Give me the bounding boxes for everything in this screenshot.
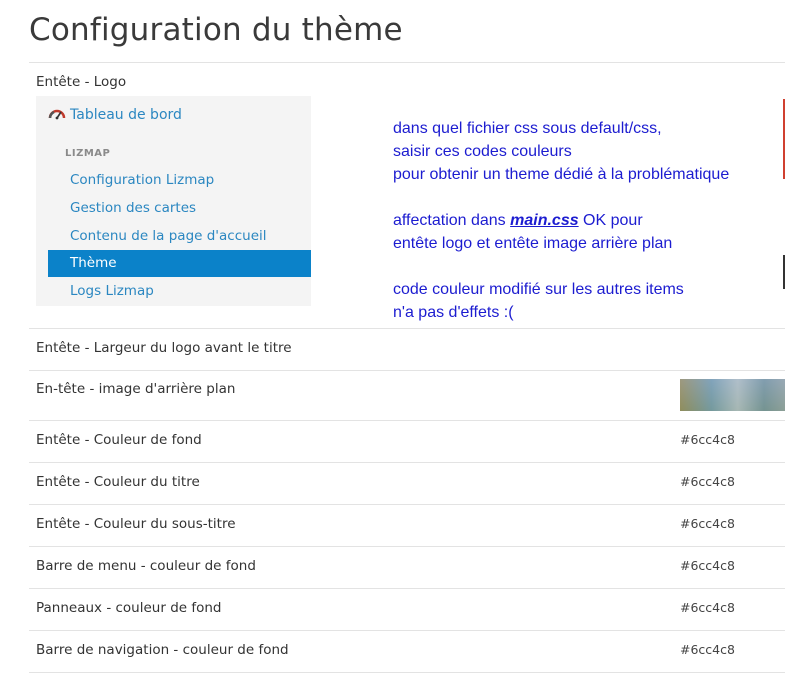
divider: [29, 420, 785, 421]
setting-label-menubar-bg-color: Barre de menu - couleur de fond: [36, 558, 256, 574]
divider: [29, 672, 785, 673]
setting-value-title-color: #6cc4c8: [680, 474, 735, 489]
logo-row-label: Entête - Logo: [36, 74, 127, 90]
setting-label-panels-bg-color: Panneaux - couleur de fond: [36, 600, 222, 616]
setting-label-navbar-bg-color: Barre de navigation - couleur de fond: [36, 642, 289, 658]
annotation-line: saisir ces codes couleurs: [393, 143, 572, 160]
annotation-text: OK pour: [578, 212, 643, 229]
setting-label-title-color: Entête - Couleur du titre: [36, 474, 200, 490]
background-image-thumbnail: [680, 379, 785, 411]
annotation-note: dans quel fichier css sous default/css, …: [393, 117, 778, 324]
divider: [29, 462, 785, 463]
annotation-line: entête logo et entête image arrière plan: [393, 235, 673, 252]
annotation-line: affectation dans main.css OK pour: [393, 209, 778, 232]
menu-item-contenu-accueil[interactable]: Contenu de la page d'accueil: [48, 223, 311, 250]
dashboard-link[interactable]: Tableau de bord: [48, 106, 182, 124]
admin-menu-screenshot: Tableau de bord LIZMAP Configuration Liz…: [36, 96, 311, 306]
setting-label-subtitle-color: Entête - Couleur du sous-titre: [36, 516, 236, 532]
menu-item-logs-lizmap[interactable]: Logs Lizmap: [48, 278, 311, 305]
annotation-line: n'a pas d'effets :(: [393, 304, 514, 321]
menu-item-gestion-cartes[interactable]: Gestion des cartes: [48, 195, 311, 222]
divider: [29, 546, 785, 547]
setting-value-navbar-bg-color: #6cc4c8: [680, 642, 735, 657]
setting-label-header-bg-color: Entête - Couleur de fond: [36, 432, 202, 448]
setting-label-logo-width: Entête - Largeur du logo avant le titre: [36, 340, 292, 356]
setting-value-panels-bg-color: #6cc4c8: [680, 600, 735, 615]
annotation-text: affectation dans: [393, 212, 511, 229]
divider: [29, 504, 785, 505]
annotation-filename: main.css: [510, 212, 579, 229]
menu-item-configuration-lizmap[interactable]: Configuration Lizmap: [48, 167, 311, 194]
setting-value-header-bg-color: #6cc4c8: [680, 432, 735, 447]
divider: [29, 328, 785, 329]
divider: [29, 62, 785, 63]
dashboard-label: Tableau de bord: [70, 107, 182, 123]
setting-value-subtitle-color: #6cc4c8: [680, 516, 735, 531]
annotation-line: dans quel fichier css sous default/css,: [393, 120, 662, 137]
divider: [29, 588, 785, 589]
page-title: Configuration du thème: [29, 12, 403, 48]
divider: [29, 370, 785, 371]
annotation-line: pour obtenir un theme dédié à la problém…: [393, 166, 730, 183]
divider: [29, 630, 785, 631]
lizmap-section-label: LIZMAP: [65, 148, 111, 159]
menu-item-theme[interactable]: Thème: [48, 250, 311, 277]
setting-value-menubar-bg-color: #6cc4c8: [680, 558, 735, 573]
setting-label-background-image: En-tête - image d'arrière plan: [36, 381, 236, 397]
annotation-line: code couleur modifié sur les autres item…: [393, 281, 684, 298]
dashboard-gauge-icon: [48, 106, 66, 124]
